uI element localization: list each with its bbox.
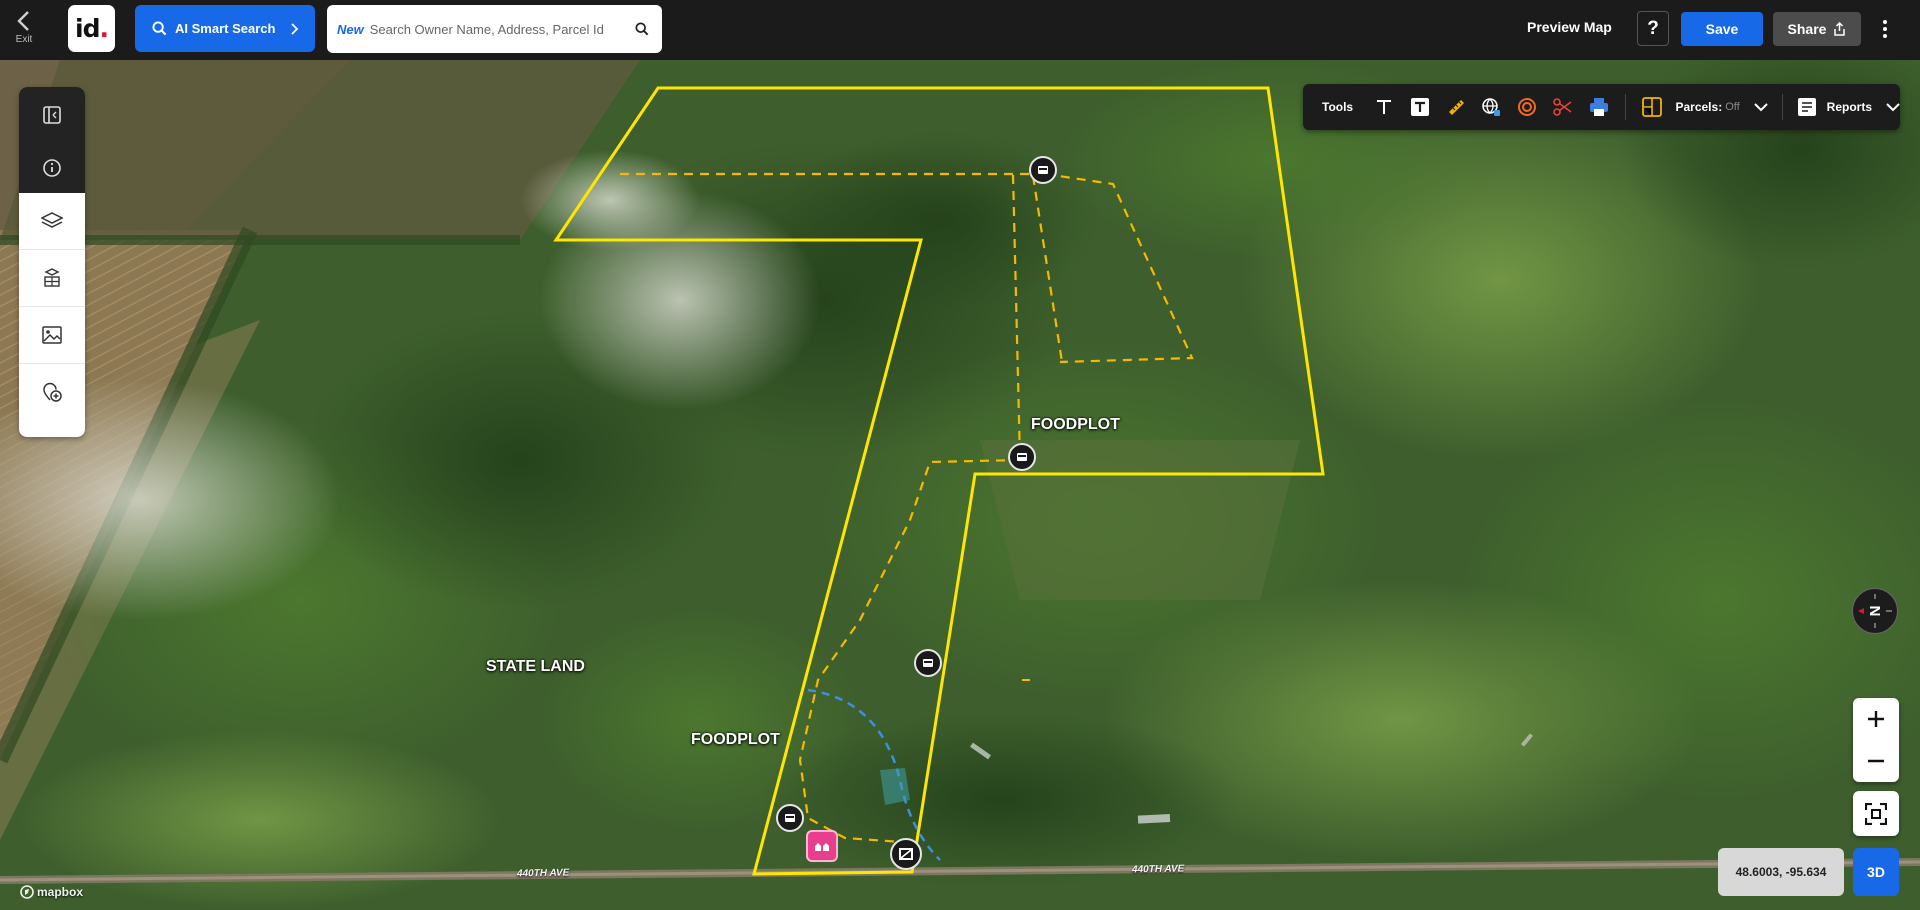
left-tool-panel bbox=[19, 87, 85, 437]
chevron-down-icon bbox=[1886, 102, 1900, 111]
gate-marker-icon[interactable] bbox=[890, 838, 922, 870]
text-box-icon bbox=[1410, 98, 1429, 116]
exit-label: Exit bbox=[15, 34, 33, 45]
tools-toolbar: Tools Parcels: Off Reports bbox=[1303, 84, 1900, 130]
ruler-tool-button[interactable] bbox=[1438, 89, 1474, 125]
stand-marker-icon[interactable] bbox=[776, 804, 804, 832]
more-menu-button[interactable] bbox=[1874, 14, 1896, 44]
search-box: New bbox=[327, 5, 662, 53]
ruler-icon bbox=[1448, 100, 1464, 115]
tools-label: Tools bbox=[1322, 100, 1354, 114]
stand-marker-icon[interactable] bbox=[1029, 156, 1057, 184]
mapbox-attribution[interactable]: mapbox bbox=[20, 885, 83, 899]
print-tool-button[interactable] bbox=[1581, 89, 1617, 125]
share-label: Share bbox=[1787, 21, 1827, 37]
map-label-foodplot-south: FOODPLOT bbox=[691, 731, 780, 748]
photos-button[interactable] bbox=[19, 307, 85, 363]
mapbox-logo-icon bbox=[20, 885, 34, 899]
zoom-control bbox=[1853, 698, 1899, 782]
text-icon bbox=[1377, 100, 1391, 114]
coordinates-readout: 48.6003, -95.634 bbox=[1718, 848, 1844, 896]
area-tool-button[interactable] bbox=[1474, 89, 1510, 125]
parcels-layer-button[interactable] bbox=[1634, 89, 1670, 125]
exit-button[interactable]: Exit bbox=[8, 10, 40, 50]
parcel-grid-icon bbox=[1641, 97, 1662, 117]
cut-tool-button[interactable] bbox=[1545, 89, 1581, 125]
property-boundary-icon bbox=[44, 268, 60, 287]
map-label-foodplot-north: FOODPLOT bbox=[1031, 416, 1120, 433]
blind-marker-icon[interactable] bbox=[806, 830, 838, 862]
add-marker-button[interactable] bbox=[19, 364, 85, 420]
more-vertical-icon bbox=[1883, 20, 1887, 38]
chevron-right-icon bbox=[291, 22, 299, 35]
image-icon bbox=[42, 326, 62, 344]
zoom-out-button[interactable] bbox=[1853, 740, 1899, 782]
app-logo[interactable]: id. bbox=[68, 5, 115, 52]
reports-label: Reports bbox=[1826, 100, 1873, 114]
compass-letter: N bbox=[1867, 606, 1884, 617]
plus-icon bbox=[1868, 711, 1884, 727]
stand-marker-icon[interactable] bbox=[1008, 443, 1036, 471]
stand-marker-icon[interactable] bbox=[914, 649, 942, 677]
printer-icon bbox=[1589, 98, 1608, 116]
mapbox-label: mapbox bbox=[37, 885, 84, 899]
toggle-sidebar-button[interactable] bbox=[19, 87, 85, 143]
3d-toggle-button[interactable]: 3D bbox=[1853, 848, 1899, 896]
help-button[interactable]: ? bbox=[1637, 11, 1669, 46]
compass-button[interactable]: N bbox=[1852, 588, 1898, 634]
ai-smart-search-label: AI Smart Search bbox=[175, 21, 276, 36]
search-input[interactable] bbox=[369, 21, 632, 37]
chevron-down-icon bbox=[1753, 102, 1768, 111]
compass-icon: N bbox=[1858, 594, 1892, 628]
search-icon bbox=[152, 21, 167, 36]
parcels-label: Parcels: bbox=[1675, 100, 1723, 114]
layers-button[interactable] bbox=[19, 193, 85, 249]
parcels-toggle[interactable]: Parcels: Off bbox=[1675, 100, 1768, 114]
globe-edit-icon bbox=[1482, 98, 1501, 116]
search-icon bbox=[635, 22, 649, 36]
road-label-east: 440TH AVE bbox=[1131, 863, 1185, 876]
share-icon bbox=[1834, 22, 1846, 36]
top-bar: Exit id. AI Smart Search New Preview Map… bbox=[0, 0, 1920, 60]
radius-tool-button[interactable] bbox=[1509, 89, 1545, 125]
report-icon bbox=[1797, 98, 1816, 116]
sidebar-toggle-icon bbox=[43, 106, 61, 124]
map-label-state-land: STATE LAND bbox=[486, 658, 585, 675]
info-icon bbox=[43, 159, 61, 177]
search-submit-button[interactable] bbox=[632, 19, 652, 39]
text-tool-button[interactable] bbox=[1366, 89, 1402, 125]
ai-smart-search-button[interactable]: AI Smart Search bbox=[135, 5, 315, 52]
preview-map-button[interactable]: Preview Map bbox=[1527, 19, 1612, 35]
road-label-west: 440TH AVE bbox=[516, 867, 570, 880]
radius-icon bbox=[1518, 98, 1537, 116]
map-canvas[interactable]: FOODPLOT STATE LAND FOODPLOT 440TH AVE 4… bbox=[0, 60, 1920, 910]
zoom-in-button[interactable] bbox=[1853, 698, 1899, 740]
recenter-button[interactable] bbox=[1853, 791, 1899, 836]
boundary-button[interactable] bbox=[19, 250, 85, 306]
logo-dot: . bbox=[99, 14, 108, 43]
focus-frame-icon bbox=[1865, 802, 1887, 825]
logo-text: id bbox=[75, 14, 100, 43]
chevron-left-icon bbox=[17, 11, 29, 31]
scissors-icon bbox=[1553, 98, 1572, 116]
info-button[interactable] bbox=[19, 143, 85, 193]
layers-icon bbox=[41, 212, 63, 228]
parcels-state: Off bbox=[1725, 101, 1740, 113]
search-new-badge: New bbox=[337, 21, 364, 37]
save-button[interactable]: Save bbox=[1681, 12, 1763, 46]
reports-dropdown[interactable]: Reports bbox=[1797, 97, 1900, 117]
minus-icon bbox=[1868, 759, 1884, 763]
text-box-tool-button[interactable] bbox=[1402, 89, 1438, 125]
add-location-icon bbox=[43, 382, 62, 402]
share-button[interactable]: Share bbox=[1773, 12, 1861, 46]
satellite-imagery bbox=[0, 60, 1920, 910]
